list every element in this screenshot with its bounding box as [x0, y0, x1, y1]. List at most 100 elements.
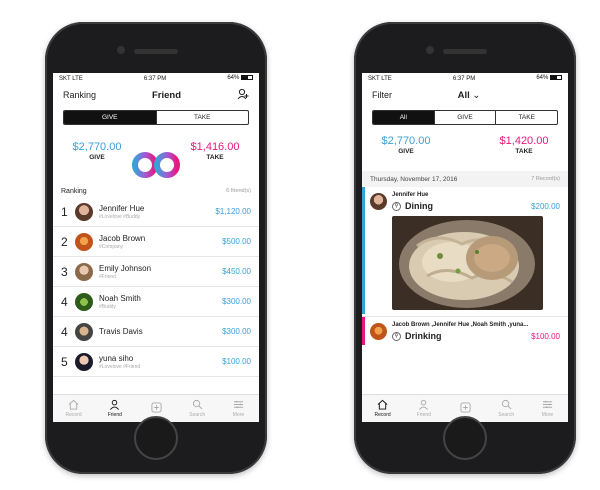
avatar [75, 352, 93, 371]
give-amount: $2,770.00 [72, 141, 122, 153]
give-label: GIVE [398, 148, 414, 155]
rank-number: 4 [61, 324, 68, 339]
home-button[interactable] [443, 416, 487, 460]
speaker-grille [134, 49, 178, 54]
friend-amount: $100.00 [222, 357, 251, 366]
avatar [75, 232, 93, 251]
give-indicator-bar [362, 187, 365, 314]
give-label: GIVE [89, 154, 105, 161]
friend-tags: #Buddy [99, 303, 116, 310]
record-count: 7 Record(s) [531, 176, 560, 182]
segment-take[interactable]: TAKE [157, 111, 249, 124]
segment-take[interactable]: TAKE [496, 111, 557, 124]
tab-friend[interactable]: Friend [94, 395, 135, 422]
avatar [75, 292, 93, 311]
phone-right: SKT LTE 6:37 PM 64% Filter All ⌄ All GIV… [354, 22, 576, 474]
person-icon [110, 399, 120, 410]
avatar [75, 262, 93, 281]
friend-name: Jennifer Hue [99, 203, 145, 213]
avatar [75, 322, 93, 341]
record-category: Dining [405, 201, 433, 211]
friend-tags: #Friend [99, 273, 116, 280]
give-amount: $2,770.00 [381, 135, 431, 147]
ranking-label: Ranking [61, 187, 87, 195]
front-camera [426, 46, 434, 54]
segment-all[interactable]: All [373, 111, 435, 124]
infinity-logo-icon [131, 151, 181, 184]
take-indicator-bar [362, 317, 365, 345]
tab-friend[interactable]: Friend [403, 395, 444, 422]
filter-button[interactable]: Filter [372, 90, 392, 100]
segment-give[interactable]: GIVE [435, 111, 497, 124]
search-icon [501, 399, 512, 410]
tab-search[interactable]: Search [486, 395, 527, 422]
friend-name: Jacob Brown [99, 233, 146, 243]
friend-name: Travis Davis [99, 327, 143, 336]
add-icon [150, 402, 162, 413]
list-item[interactable]: 4 Travis Davis $300.00 [53, 317, 259, 347]
friend-amount: $300.00 [222, 297, 251, 306]
record-card[interactable]: Jacob Brown ,Jennifer Hue ,Noah Smith ,y… [362, 316, 568, 345]
segment-give[interactable]: GIVE [64, 111, 157, 124]
home-icon [68, 399, 79, 410]
rank-number: 1 [61, 204, 68, 219]
friend-amount: $450.00 [222, 267, 251, 276]
nav-bar: Ranking Friend [53, 84, 259, 106]
add-icon [459, 402, 471, 413]
food-photo[interactable] [392, 216, 543, 310]
friend-name: Emily Johnson [99, 263, 152, 273]
friend-amount: $300.00 [222, 327, 251, 336]
record-date: Thursday, November 17, 2016 [370, 175, 458, 183]
avatar [75, 202, 93, 221]
status-bar: SKT LTE 6:37 PM 64% [53, 73, 259, 84]
friend-tags: #Lovelove #Friend [99, 363, 141, 370]
tab-record[interactable]: Record [53, 395, 94, 422]
battery-icon [241, 75, 253, 81]
sliders-icon [542, 400, 552, 409]
friend-amount: $1,120.00 [215, 207, 251, 216]
home-button[interactable] [134, 416, 178, 460]
clock: 6:37 PM [452, 75, 476, 82]
battery-icon [550, 75, 562, 81]
take-label: TAKE [206, 154, 224, 161]
status-bar: SKT LTE 6:37 PM 64% [362, 73, 568, 84]
list-item[interactable]: 4 Noah Smith #Buddy $300.00 [53, 287, 259, 317]
ranking-list: 1 Jennifer Hue #Lovelove #Buddy $1,120.00… [53, 197, 259, 377]
page-title: Friend [152, 89, 182, 101]
speaker-grille [443, 49, 487, 54]
record-amount: $100.00 [531, 331, 560, 341]
summary-amounts: $2,770.00 GIVE $1,416.00 TAKE [53, 133, 259, 185]
friend-amount: $500.00 [222, 237, 251, 246]
record-card[interactable]: Jennifer Hue ⚲ Dining $200.00 [362, 187, 568, 314]
take-amount: $1,416.00 [190, 141, 240, 153]
summary-amounts: $2,770.00 GIVE $1,420.00 TAKE [362, 133, 568, 169]
record-amount: $200.00 [531, 201, 560, 211]
tab-search[interactable]: Search [177, 395, 218, 422]
ranking-header: Ranking 6 friend(s) [53, 185, 259, 197]
take-label: TAKE [515, 148, 533, 155]
glass-icon: ⚲ [392, 331, 401, 341]
friend-name: Noah Smith [99, 293, 141, 303]
list-item[interactable]: 5 yuna siho #Lovelove #Friend $100.00 [53, 347, 259, 377]
record-people: Jennifer Hue [392, 192, 429, 198]
add-friend-icon[interactable] [237, 88, 249, 102]
filter-segment: All GIVE TAKE [372, 110, 558, 125]
record-people: Jacob Brown ,Jennifer Hue ,Noah Smith ,y… [392, 322, 529, 328]
all-dropdown[interactable]: All ⌄ [458, 90, 481, 101]
search-icon [192, 399, 203, 410]
list-item[interactable]: 2 Jacob Brown #Company $500.00 [53, 227, 259, 257]
take-amount: $1,420.00 [499, 135, 549, 147]
tab-more[interactable]: More [218, 395, 259, 422]
tab-record[interactable]: Record [362, 395, 403, 422]
phone-left: SKT LTE 6:37 PM 64% Ranking Friend GIVE … [45, 22, 267, 474]
person-icon [419, 399, 429, 410]
list-item[interactable]: 3 Emily Johnson #Friend $450.00 [53, 257, 259, 287]
rank-number: 5 [61, 354, 68, 369]
tab-more[interactable]: More [527, 395, 568, 422]
utensils-icon: ⚲ [392, 201, 401, 211]
record-screen: SKT LTE 6:37 PM 64% Filter All ⌄ All GIV… [362, 73, 568, 422]
rank-number: 2 [61, 234, 68, 249]
friend-count: 6 friend(s) [226, 188, 251, 194]
list-item[interactable]: 1 Jennifer Hue #Lovelove #Buddy $1,120.00 [53, 197, 259, 227]
ranking-nav-button[interactable]: Ranking [63, 90, 96, 100]
